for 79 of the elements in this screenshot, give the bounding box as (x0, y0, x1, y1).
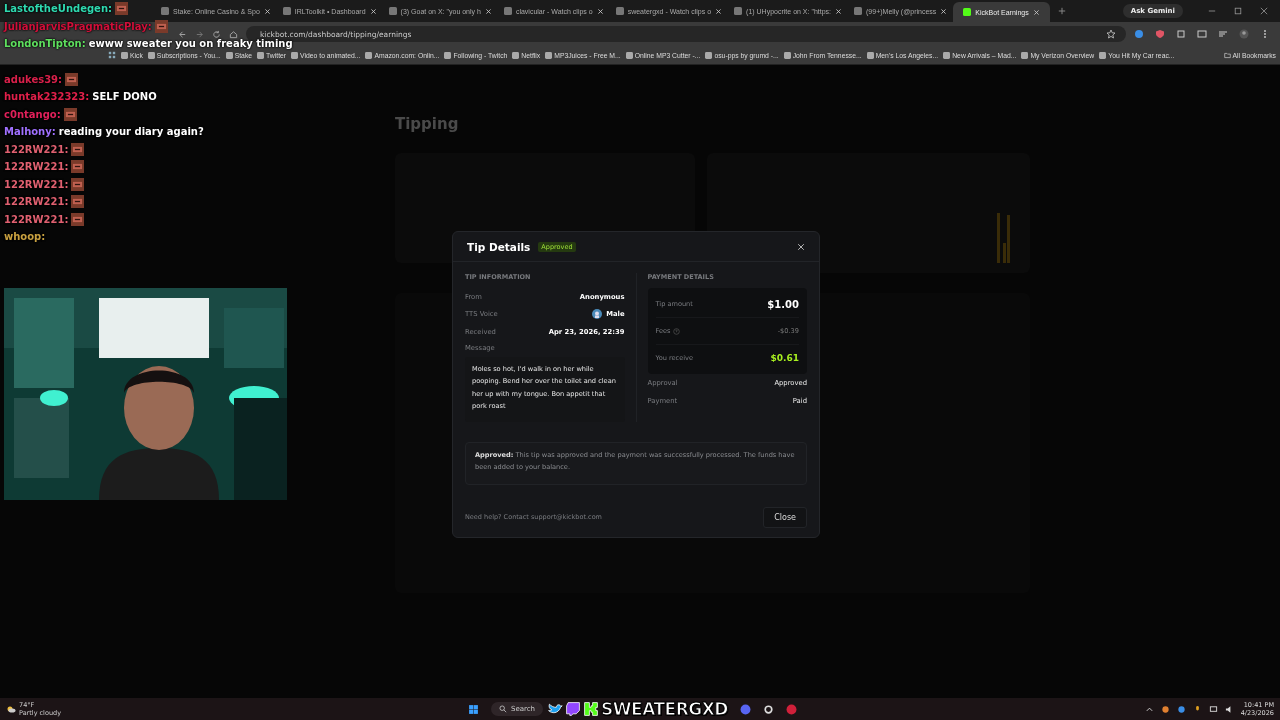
shield-icon[interactable] (1155, 29, 1165, 39)
streamer-name: SWEATERGXD (601, 699, 728, 719)
reload-icon[interactable] (212, 29, 221, 39)
bar-chart-drawing (997, 213, 1010, 263)
favicon-icon (615, 7, 624, 15)
favicon-icon (625, 51, 633, 59)
favicon-icon (1021, 51, 1029, 59)
profile-avatar-icon[interactable] (1239, 29, 1249, 39)
amount-value: $0.61 (770, 353, 799, 363)
tab-search-icon[interactable] (1197, 29, 1207, 39)
extension-icon[interactable] (1134, 29, 1144, 39)
favicon-icon (943, 51, 951, 59)
back-icon[interactable] (178, 29, 187, 39)
close-icon[interactable] (835, 7, 843, 15)
chat-username: huntak232323: (4, 91, 90, 103)
favicon-icon (963, 8, 972, 16)
close-icon[interactable] (263, 7, 271, 15)
close-icon[interactable] (940, 7, 948, 15)
app-icon[interactable] (763, 703, 774, 715)
close-icon[interactable] (484, 7, 492, 15)
favicon-icon (388, 7, 397, 15)
puzzle-icon[interactable] (1176, 29, 1186, 39)
search-icon (499, 705, 507, 713)
chat-username: 122RW221: (4, 178, 69, 190)
favicon-icon (291, 51, 299, 59)
close-icon[interactable] (1260, 7, 1268, 15)
favicon-icon (147, 51, 155, 59)
chat-username: 122RW221: (4, 143, 69, 155)
chat-username: 122RW221: (4, 161, 69, 173)
home-icon[interactable] (229, 29, 238, 39)
favicon-icon (512, 51, 520, 59)
chat-message: reading your diary again? (58, 126, 204, 138)
network-icon[interactable] (1208, 704, 1218, 714)
chat-username: Malhony: (4, 126, 56, 138)
favicon-icon (282, 7, 291, 15)
favicon-icon (444, 51, 452, 59)
favicon-icon (705, 51, 713, 59)
folder-icon (1223, 51, 1231, 59)
cloud-icon (6, 704, 16, 714)
avatar-icon (592, 309, 603, 320)
amount-value: $1.00 (767, 298, 799, 310)
new-tab-icon[interactable] (1057, 7, 1066, 15)
close-button[interactable]: Close (763, 506, 807, 528)
dialog-title: Tip Details (467, 241, 531, 253)
chat-app-icon[interactable] (740, 703, 751, 715)
chat-username: JulianjarvisPragmaticPlay: (4, 20, 152, 32)
star-icon[interactable] (1106, 29, 1116, 39)
favicon-icon (783, 51, 791, 59)
favicon-icon (854, 7, 863, 15)
favicon-icon (545, 51, 553, 59)
apps-icon[interactable] (108, 51, 116, 59)
chat-username: c0ntango: (4, 108, 61, 120)
close-icon[interactable] (1032, 8, 1040, 16)
favicon-icon (121, 51, 128, 59)
maximize-icon[interactable] (1234, 7, 1242, 15)
close-icon[interactable] (797, 243, 805, 251)
favicon-icon (503, 7, 512, 15)
favicon-icon (866, 51, 874, 59)
favicon-icon (365, 51, 373, 59)
favicon-icon (161, 7, 169, 15)
windows-logo-icon[interactable] (468, 703, 479, 715)
chat-username: adukes39: (4, 73, 63, 85)
close-icon[interactable] (596, 7, 604, 15)
page-heading: Tipping (395, 115, 460, 133)
close-icon[interactable] (715, 7, 723, 15)
chat-username: LastoftheUndegen: (4, 3, 112, 15)
close-icon[interactable] (369, 7, 377, 15)
kick-logo-icon (583, 701, 600, 717)
reading-list-icon[interactable] (1218, 29, 1228, 39)
chat-username: 122RW221: (4, 196, 69, 208)
favicon-icon (257, 51, 265, 59)
chat-username: LondonTipton: (4, 38, 86, 50)
chat-message: SELF DONO (92, 91, 157, 103)
favicon-icon (225, 51, 233, 59)
favicon-icon (734, 7, 743, 15)
twitch-logo-icon (565, 701, 582, 717)
favicon-icon (1099, 51, 1107, 59)
chat-username: 122RW221: (4, 213, 69, 225)
chat-username: whoop: (4, 231, 46, 243)
